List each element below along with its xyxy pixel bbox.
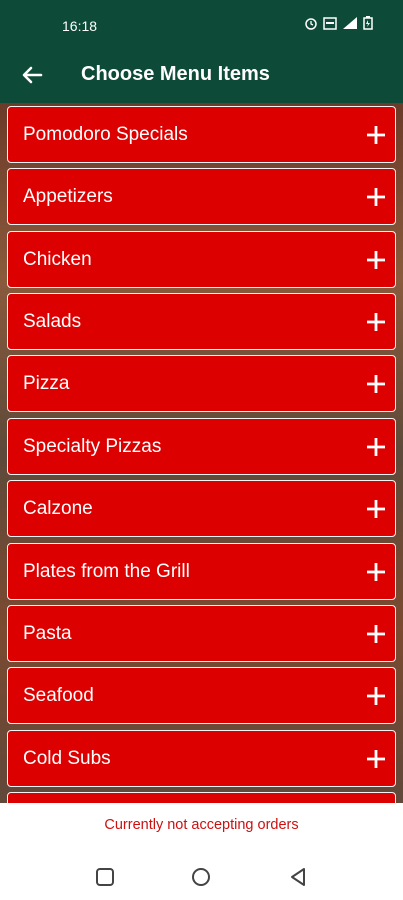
- menu-item-label: Salads: [23, 311, 82, 332]
- menu-item-cold-subs[interactable]: Cold Subs: [7, 730, 396, 787]
- menu-item-label: Calzone: [23, 498, 93, 519]
- menu-list[interactable]: Pomodoro Specials Appetizers Chicken Sal…: [0, 103, 403, 803]
- menu-item-plates-from-the-grill[interactable]: Plates from the Grill: [7, 543, 396, 600]
- status-bar: 16:18: [0, 0, 403, 50]
- menu-item-label: Plates from the Grill: [23, 561, 190, 582]
- footer: Currently not accepting orders: [0, 803, 403, 900]
- recents-button[interactable]: [94, 866, 116, 888]
- menu-item-label: Pomodoro Specials: [23, 124, 188, 145]
- arrow-left-icon: [22, 66, 43, 84]
- menu-item-specialty-pizzas[interactable]: Specialty Pizzas: [7, 418, 396, 475]
- menu-item-appetizers[interactable]: Appetizers: [7, 168, 396, 225]
- menu-item-pizza[interactable]: Pizza: [7, 355, 396, 412]
- menu-item-partial[interactable]: [7, 792, 396, 803]
- order-status-message: Currently not accepting orders: [104, 817, 299, 833]
- plus-icon: [367, 188, 385, 206]
- plus-icon: [367, 126, 385, 144]
- status-icons: [304, 16, 373, 30]
- status-time: 16:18: [62, 18, 98, 34]
- plus-icon: [367, 563, 385, 581]
- menu-item-chicken[interactable]: Chicken: [7, 231, 396, 288]
- calendar-icon: [323, 16, 337, 30]
- menu-item-label: Cold Subs: [23, 748, 111, 769]
- system-nav-bar: [0, 862, 403, 892]
- menu-item-pomodoro-specials[interactable]: Pomodoro Specials: [7, 106, 396, 163]
- menu-item-label: Pizza: [23, 373, 70, 394]
- menu-item-label: Seafood: [23, 685, 94, 706]
- home-button[interactable]: [190, 866, 212, 888]
- menu-item-salads[interactable]: Salads: [7, 293, 396, 350]
- triangle-back-icon: [291, 868, 305, 886]
- plus-icon: [367, 500, 385, 518]
- plus-icon: [367, 687, 385, 705]
- plus-icon: [367, 375, 385, 393]
- square-icon: [96, 868, 114, 886]
- battery-icon: [363, 16, 373, 30]
- menu-item-seafood[interactable]: Seafood: [7, 667, 396, 724]
- menu-item-label: Pasta: [23, 623, 72, 644]
- menu-item-calzone[interactable]: Calzone: [7, 480, 396, 537]
- signal-icon: [342, 16, 358, 30]
- circle-icon: [192, 868, 210, 886]
- plus-icon: [367, 438, 385, 456]
- back-nav-button[interactable]: [287, 866, 309, 888]
- app-bar: Choose Menu Items: [0, 50, 403, 103]
- plus-icon: [367, 251, 385, 269]
- menu-item-label: Chicken: [23, 249, 92, 270]
- plus-icon: [367, 313, 385, 331]
- menu-item-pasta[interactable]: Pasta: [7, 605, 396, 662]
- alarm-icon: [304, 16, 318, 30]
- plus-icon: [367, 750, 385, 768]
- menu-item-label: Specialty Pizzas: [23, 436, 162, 457]
- back-button[interactable]: [20, 62, 46, 88]
- menu-item-label: Appetizers: [23, 186, 113, 207]
- page-title: Choose Menu Items: [81, 63, 270, 85]
- plus-icon: [367, 625, 385, 643]
